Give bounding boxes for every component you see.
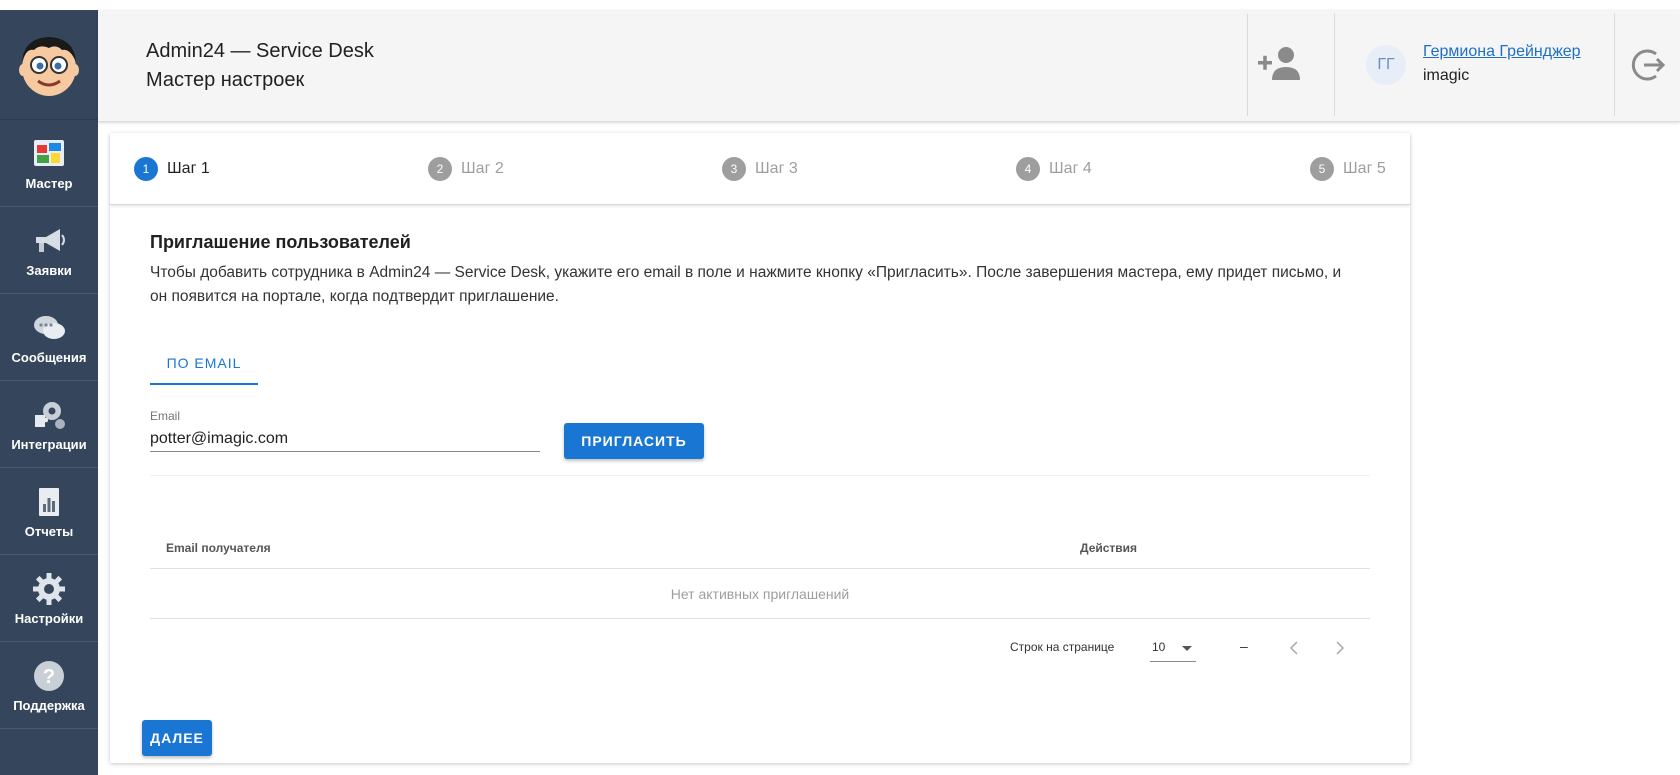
top-strip bbox=[0, 0, 1680, 10]
sidebar-item-support[interactable]: ? Поддержка bbox=[0, 642, 98, 729]
wizard-card: 1 Шаг 1 2 Шаг 2 3 Шаг 3 4 Шаг 4 5 Шаг 5 … bbox=[110, 133, 1410, 763]
step-2[interactable]: 2 Шаг 2 bbox=[428, 157, 504, 181]
step-label: Шаг 1 bbox=[167, 160, 210, 177]
stepper: 1 Шаг 1 2 Шаг 2 3 Шаг 3 4 Шаг 4 5 Шаг 5 bbox=[110, 133, 1410, 205]
sidebar-item-label: Настройки bbox=[14, 610, 84, 626]
step-number: 1 bbox=[134, 157, 158, 181]
rows-per-page-label: Строк на странице bbox=[1010, 640, 1115, 654]
sidebar-item-settings[interactable]: Настройки bbox=[0, 555, 98, 642]
step-4[interactable]: 4 Шаг 4 bbox=[1016, 157, 1092, 181]
caret-down-icon bbox=[1182, 646, 1192, 651]
puzzle-gear-icon bbox=[29, 397, 69, 433]
sidebar-item-label: Мастер bbox=[25, 175, 73, 191]
divider bbox=[150, 475, 1370, 476]
column-header-email: Email получателя bbox=[166, 541, 271, 555]
sidebar-item-tickets[interactable]: Заявки bbox=[0, 207, 98, 294]
app-title: Admin24 — Service Desk bbox=[146, 40, 374, 62]
gear-icon bbox=[29, 571, 69, 607]
next-page-button[interactable] bbox=[1326, 634, 1354, 662]
sidebar-item-label: Отчеты bbox=[24, 523, 74, 539]
step-3[interactable]: 3 Шаг 3 bbox=[722, 157, 798, 181]
logout-button[interactable] bbox=[1630, 46, 1668, 84]
table-pagination: Строк на странице 10 – bbox=[150, 620, 1370, 676]
megaphone-icon bbox=[29, 223, 69, 259]
report-icon bbox=[29, 484, 69, 520]
tab-by-email[interactable]: ПО EMAIL bbox=[150, 343, 258, 385]
step-number: 2 bbox=[428, 157, 452, 181]
page-title: Мастер настроек bbox=[146, 69, 305, 91]
next-button[interactable]: ДАЛЕЕ bbox=[142, 720, 212, 756]
header-divider bbox=[1247, 14, 1248, 116]
header-divider bbox=[1614, 14, 1615, 116]
user-avatar[interactable]: ГГ bbox=[1366, 45, 1406, 85]
page-range: – bbox=[1240, 638, 1248, 654]
add-user-icon bbox=[1258, 47, 1300, 80]
step-label: Шаг 3 bbox=[755, 160, 798, 177]
table-empty-message: Нет активных приглашений bbox=[150, 570, 1370, 619]
email-field-label: Email bbox=[150, 409, 181, 423]
avatar-logo-icon bbox=[19, 36, 79, 96]
rows-per-page-value: 10 bbox=[1152, 640, 1166, 654]
sidebar-item-label: Сообщения bbox=[11, 349, 87, 365]
top-header: Admin24 — Service Desk Мастер настроек Г… bbox=[98, 10, 1680, 122]
sidebar-item-messages[interactable]: Сообщения bbox=[0, 294, 98, 381]
header-divider bbox=[1334, 14, 1335, 116]
wizard-icon bbox=[29, 136, 69, 172]
sidebar-item-integrations[interactable]: Интеграции bbox=[0, 381, 98, 468]
column-header-actions: Действия bbox=[1080, 541, 1138, 555]
sidebar-item-label: Поддержка bbox=[13, 697, 85, 713]
email-field[interactable] bbox=[150, 426, 540, 452]
step-number: 4 bbox=[1016, 157, 1040, 181]
user-org: imagic bbox=[1423, 67, 1470, 84]
step-5[interactable]: 5 Шаг 5 bbox=[1310, 157, 1386, 181]
chat-icon bbox=[29, 310, 69, 346]
step-label: Шаг 5 bbox=[1343, 160, 1386, 177]
section-description: Чтобы добавить сотрудника в Admin24 — Se… bbox=[150, 264, 1342, 305]
svg-text:?: ? bbox=[43, 666, 55, 688]
sidebar-item-label: Заявки bbox=[26, 262, 72, 278]
sidebar: Мастер Заявки Сообщения Интеграции Отчет… bbox=[0, 10, 98, 775]
table-header: Email получателя Действия bbox=[150, 523, 1370, 569]
sidebar-item-label: Интеграции bbox=[11, 436, 87, 452]
chevron-right-icon bbox=[1336, 641, 1345, 655]
sidebar-item-wizard[interactable]: Мастер bbox=[0, 120, 98, 207]
section-title: Приглашение пользователей bbox=[150, 232, 411, 252]
step-1[interactable]: 1 Шаг 1 bbox=[134, 157, 210, 181]
add-user-button[interactable] bbox=[1256, 44, 1304, 84]
chevron-left-icon bbox=[1289, 641, 1298, 655]
step-number: 5 bbox=[1310, 157, 1334, 181]
step-number: 3 bbox=[722, 157, 746, 181]
step-label: Шаг 4 bbox=[1049, 160, 1092, 177]
step-label: Шаг 2 bbox=[461, 160, 504, 177]
sidebar-item-reports[interactable]: Отчеты bbox=[0, 468, 98, 555]
rows-per-page-select[interactable]: 10 bbox=[1150, 634, 1196, 662]
help-icon: ? bbox=[29, 658, 69, 694]
user-name-link[interactable]: Гермиона Грейнджер bbox=[1423, 43, 1581, 61]
header-titles: Admin24 — Service Desk Мастер настроек bbox=[146, 37, 374, 95]
invite-button[interactable]: ПРИГЛАСИТЬ bbox=[564, 423, 704, 459]
prev-page-button[interactable] bbox=[1280, 634, 1308, 662]
logout-icon bbox=[1631, 49, 1666, 81]
app-logo[interactable] bbox=[0, 10, 98, 120]
